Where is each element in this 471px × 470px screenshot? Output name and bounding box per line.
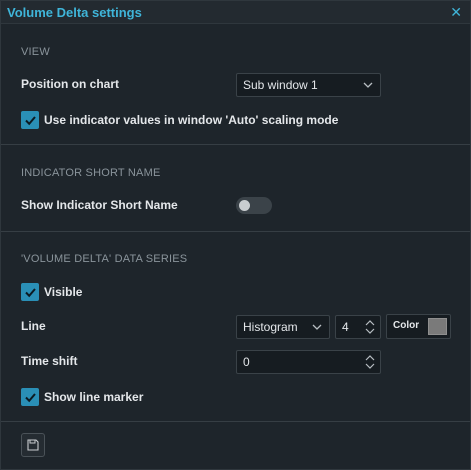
divider xyxy=(1,231,470,232)
auto-scaling-checkbox[interactable] xyxy=(21,111,39,129)
position-on-chart-label: Position on chart xyxy=(21,77,120,91)
dialog-title: Volume Delta settings xyxy=(7,5,142,20)
line-color-picker[interactable]: Color xyxy=(386,314,451,339)
checkmark-icon xyxy=(24,115,36,125)
color-label: Color xyxy=(393,320,420,331)
time-shift-input[interactable]: 0 xyxy=(236,350,381,374)
chevron-down-icon xyxy=(312,324,322,330)
color-swatch xyxy=(428,318,447,335)
line-type-select[interactable]: Histogram xyxy=(236,315,330,339)
line-marker-checkbox[interactable] xyxy=(21,388,39,406)
auto-scaling-label: Use indicator values in window 'Auto' sc… xyxy=(44,113,339,127)
section-heading-short-name: INDICATOR SHORT NAME xyxy=(21,167,161,179)
visible-checkbox[interactable] xyxy=(21,283,39,301)
save-icon xyxy=(27,439,39,451)
checkmark-icon xyxy=(24,392,36,402)
time-shift-label: Time shift xyxy=(21,354,78,368)
line-label: Line xyxy=(21,319,46,333)
close-icon[interactable]: ✕ xyxy=(450,4,462,21)
title-bar: Volume Delta settings ✕ xyxy=(1,1,470,24)
line-width-value: 4 xyxy=(342,320,349,334)
line-width-stepper[interactable]: 4 xyxy=(335,315,381,339)
position-on-chart-select[interactable]: Sub window 1 xyxy=(236,73,381,97)
stepper-arrows-icon[interactable] xyxy=(364,353,376,371)
section-heading-view: VIEW xyxy=(21,46,50,58)
position-on-chart-value: Sub window 1 xyxy=(243,78,318,92)
stepper-arrows-icon[interactable] xyxy=(364,318,376,336)
divider xyxy=(1,421,470,422)
checkmark-icon xyxy=(24,287,36,297)
divider xyxy=(1,144,470,145)
settings-dialog: Volume Delta settings ✕ VIEW Position on… xyxy=(0,0,471,470)
show-short-name-toggle[interactable] xyxy=(236,197,272,214)
line-marker-label: Show line marker xyxy=(44,390,144,404)
chevron-down-icon xyxy=(363,82,373,88)
time-shift-value: 0 xyxy=(243,355,250,369)
section-heading-data-series: 'VOLUME DELTA' DATA SERIES xyxy=(21,253,188,265)
line-type-value: Histogram xyxy=(243,320,298,334)
toggle-knob xyxy=(239,200,250,211)
show-short-name-label: Show Indicator Short Name xyxy=(21,198,178,212)
visible-label: Visible xyxy=(44,285,83,299)
save-template-button[interactable] xyxy=(21,433,45,457)
